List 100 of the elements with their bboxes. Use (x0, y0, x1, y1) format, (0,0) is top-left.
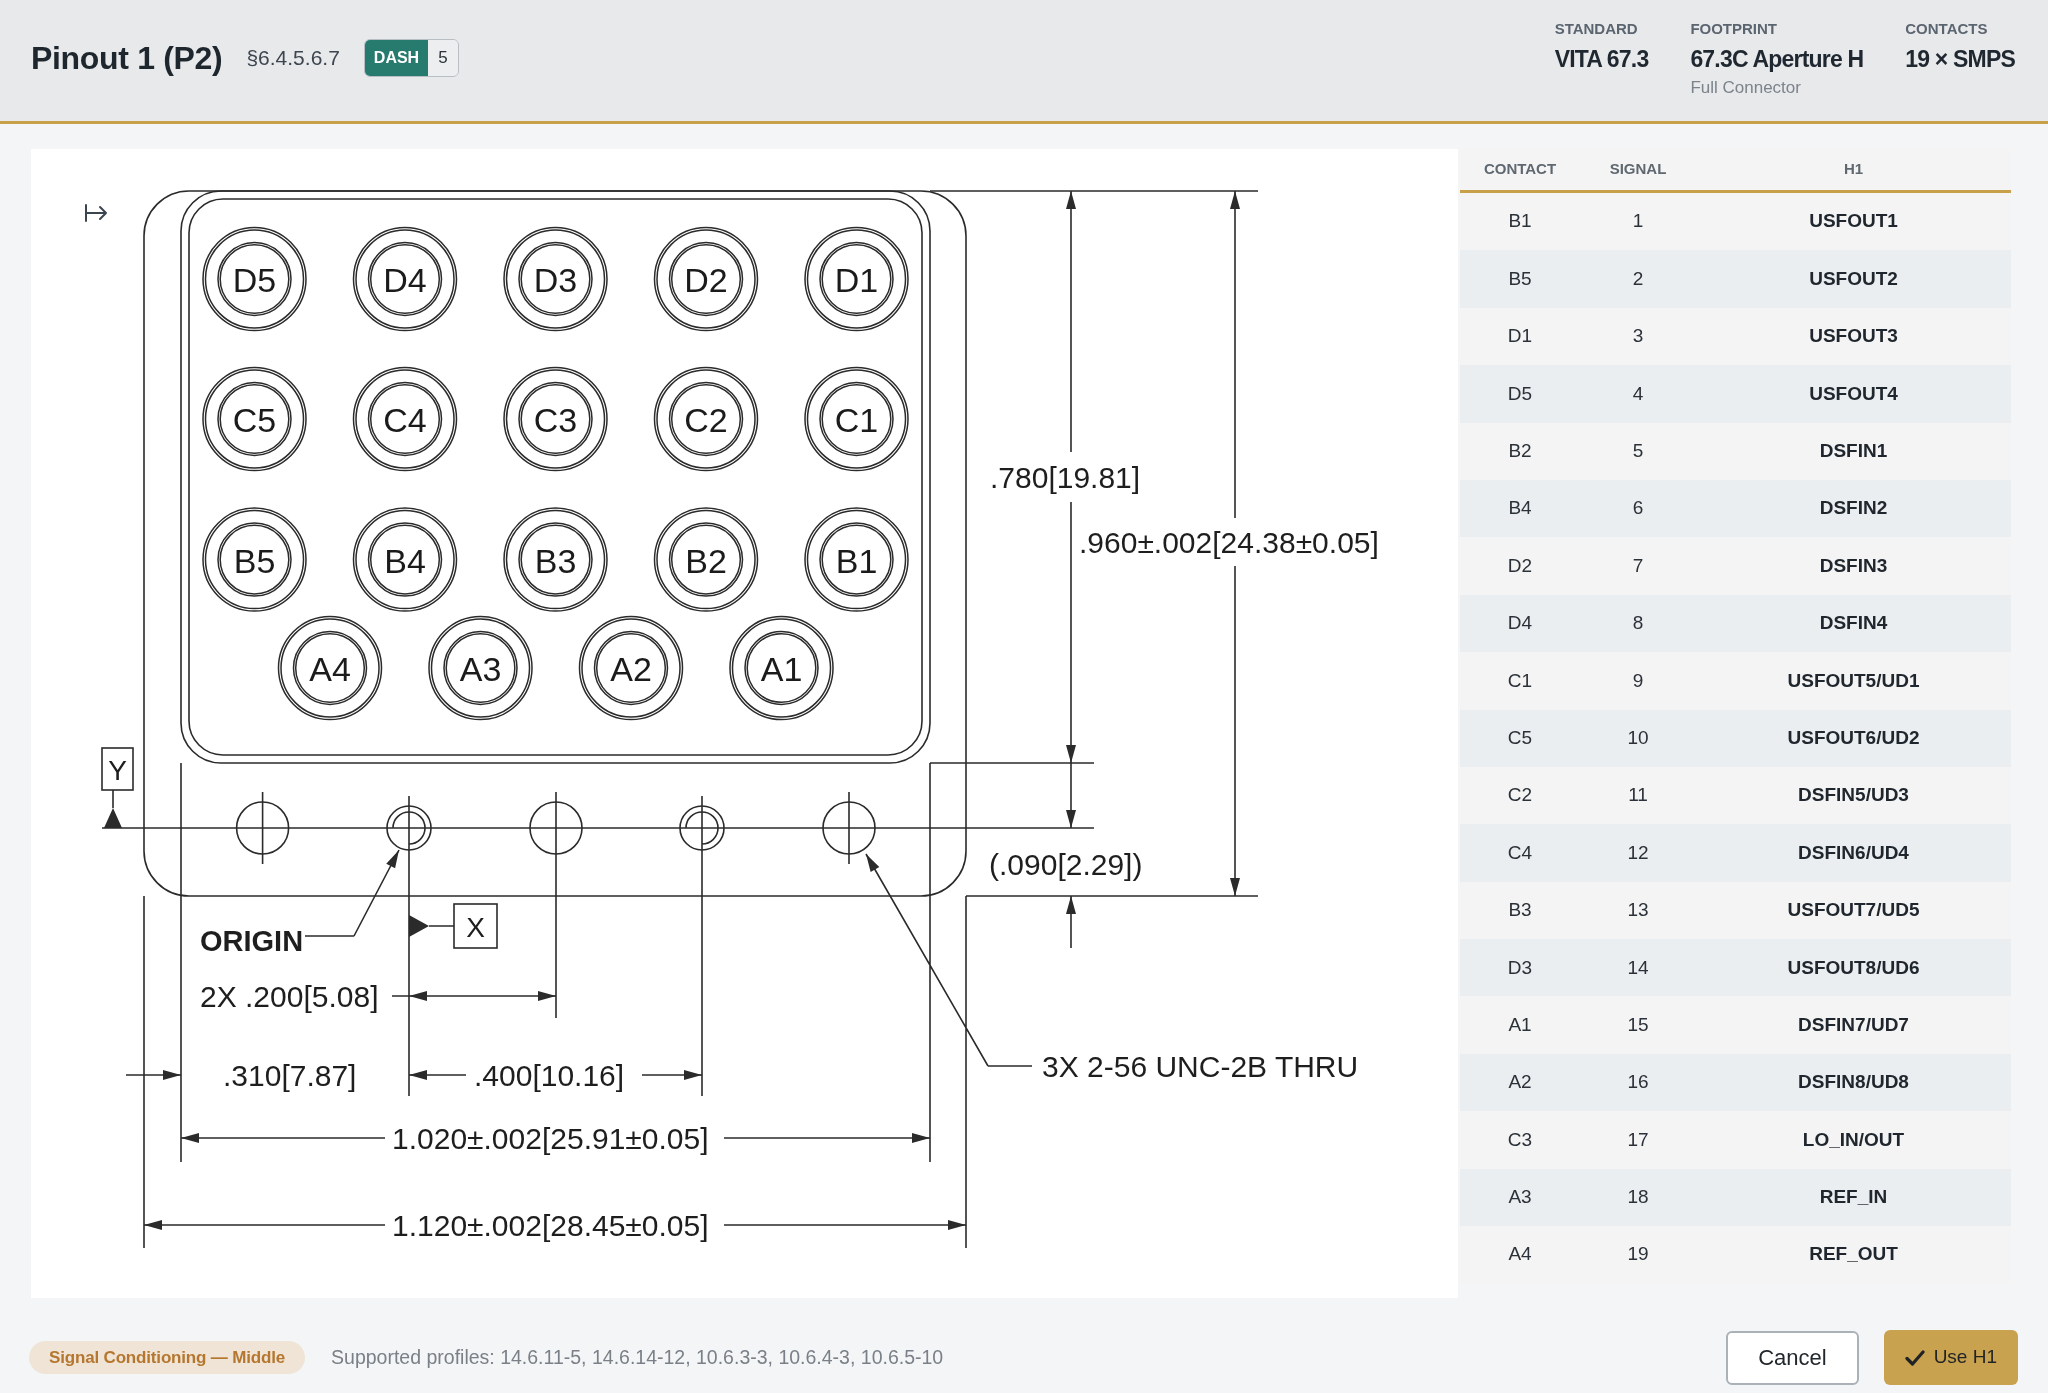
table-cell-text: 7 (1632, 553, 1644, 578)
spec-value: VITA 67.3 (1554, 45, 1649, 74)
table-cell-text: USFOUT6/UD2 (1787, 725, 1920, 750)
table-cell-text: DSFIN4 (1819, 611, 1888, 636)
table-cell-text: A4 (1508, 1242, 1532, 1267)
table-cell-text: REF_OUT (1809, 1242, 1898, 1267)
datum-label: X (466, 911, 485, 943)
table-cell-text: 1 (1632, 209, 1644, 234)
dimension-label: .780[19.81] (990, 460, 1141, 494)
dimension-label: .960±.002[24.38±0.05] (1079, 525, 1379, 559)
table-cell-text: USFOUT4 (1809, 381, 1898, 406)
dimension-label: (.090[2.29]) (989, 847, 1143, 881)
spec-value: 67.3C Aperture H (1690, 45, 1864, 74)
contact-pin: A4 (277, 615, 383, 721)
table-cell-text: B3 (1508, 898, 1532, 923)
spec-value: 19 × SMPS (1905, 45, 2015, 74)
contact-pin: B2 (653, 507, 759, 612)
table-cell-text: USFOUT7/UD5 (1787, 898, 1920, 923)
table-cell-text: 3 (1632, 324, 1644, 349)
table-cell-text: C5 (1507, 725, 1533, 750)
table-cell-text: D1 (1507, 324, 1533, 349)
table-cell-text: D3 (1507, 955, 1533, 980)
table-cell-text: 2 (1632, 266, 1644, 291)
table-cell-text: B5 (1508, 266, 1532, 291)
table-cell-text: B1 (1508, 209, 1532, 234)
table-cell-text: D4 (1507, 611, 1533, 636)
table-cell-text: 14 (1627, 955, 1649, 980)
table-cell-text: 15 (1627, 1012, 1649, 1037)
table-cell-text: D5 (1507, 381, 1533, 406)
table-cell-text: 9 (1632, 668, 1644, 693)
contact-pin: C3 (503, 366, 608, 472)
contact-pin: D5 (202, 226, 307, 332)
column-header: CONTACT (1483, 159, 1557, 180)
dash-count: 5 (428, 40, 458, 76)
table-cell-text: LO_IN/OUT (1802, 1127, 1905, 1152)
use-button[interactable]: Use H1 (1883, 1330, 2018, 1385)
table-cell-text: 18 (1627, 1185, 1649, 1210)
table-cell-text: A1 (1508, 1012, 1532, 1037)
table-cell-text: B2 (1508, 439, 1532, 463)
table-cell-text: 12 (1627, 840, 1649, 865)
table-cell-text: 19 (1627, 1242, 1649, 1267)
table-cell-text: 17 (1627, 1127, 1649, 1152)
spec-label: CONTACTS (1905, 19, 1989, 39)
dimension-label: 2X .200[5.08] (200, 979, 379, 1013)
table-cell-text: C1 (1507, 668, 1533, 693)
contact-pin: A3 (428, 615, 533, 721)
contact-pin: D1 (804, 226, 909, 332)
table-cell-text: C2 (1507, 783, 1533, 808)
contact-pin: D3 (503, 226, 608, 332)
table-cell-text: DSFIN5/UD3 (1798, 783, 1909, 808)
contact-pin: B3 (503, 507, 608, 612)
contact-pin: C4 (352, 366, 458, 472)
table-cell-text: 13 (1627, 898, 1649, 923)
table-cell-text: 10 (1627, 725, 1649, 750)
dimension-label: 1.020±.002[25.91±0.05] (392, 1121, 709, 1155)
contact-pin: C5 (202, 366, 307, 472)
table-cell-text: A3 (1508, 1185, 1532, 1210)
table-cell-text: C4 (1507, 840, 1533, 865)
table-cell-text: 11 (1628, 783, 1648, 808)
table-cell-text: DSFIN1 (1819, 439, 1888, 463)
contact-pin: A1 (729, 615, 834, 721)
table-cell-text: DSFIN8/UD8 (1798, 1070, 1909, 1095)
table-cell-text: DSFIN6/UD4 (1798, 840, 1909, 865)
table-cell-text: USFOUT2 (1809, 266, 1898, 291)
contact-pin: A2 (578, 615, 684, 721)
table-cell-text: USFOUT1 (1809, 209, 1898, 234)
table-cell-text: 8 (1632, 611, 1644, 636)
supported-profiles-text: Supported profiles: 14.6.11-5, 14.6.14-12, 10.6.3-3, 10.6.4-3, 10.6.5-10 (331, 1344, 944, 1370)
cancel-button[interactable]: Cancel (1726, 1330, 1859, 1385)
contact-pin: B5 (202, 507, 307, 612)
contact-pin: D4 (352, 226, 458, 332)
column-header: H1 (1843, 159, 1864, 180)
section-number: §6.4.5.6.7 (246, 45, 340, 71)
bar-arrow-icon[interactable] (85, 204, 107, 222)
category-tag: Signal Conditioning — Middle (29, 1341, 306, 1374)
table-cell-text: 4 (1632, 381, 1644, 406)
table-cell-text: 5 (1632, 439, 1644, 463)
contact-pin: B4 (352, 507, 458, 612)
table-cell-text: DSFIN7/UD7 (1798, 1012, 1909, 1037)
contact-pin: C2 (653, 366, 759, 472)
origin-label: ORIGIN (200, 925, 304, 957)
spec-label: FOOTPRINT (1690, 19, 1779, 39)
table-cell-text: D2 (1507, 553, 1533, 578)
column-header: SIGNAL (1609, 159, 1667, 180)
table-cell-text: A2 (1508, 1070, 1532, 1095)
table-cell-text: DSFIN2 (1819, 496, 1888, 521)
table-cell-text: USFOUT8/UD6 (1787, 955, 1920, 980)
contact-pin: B1 (804, 507, 909, 612)
table-cell-text: USFOUT5/UD1 (1787, 668, 1920, 693)
dash-badge: DASH (364, 40, 429, 76)
dimension-label: .400[10.16] (474, 1058, 625, 1092)
dimension-label: 1.120±.002[28.45±0.05] (392, 1208, 709, 1242)
table-cell-text: DSFIN3 (1819, 553, 1888, 578)
dimension-label: .310[7.87] (223, 1058, 357, 1092)
contact-pin: D2 (653, 226, 759, 332)
spec-label: STANDARD (1554, 19, 1639, 39)
datum-label: Y (108, 754, 127, 786)
table-cell-text: 16 (1627, 1070, 1649, 1095)
spec-note: Full Connector (1690, 77, 1802, 99)
table-cell-text: C3 (1507, 1127, 1533, 1152)
